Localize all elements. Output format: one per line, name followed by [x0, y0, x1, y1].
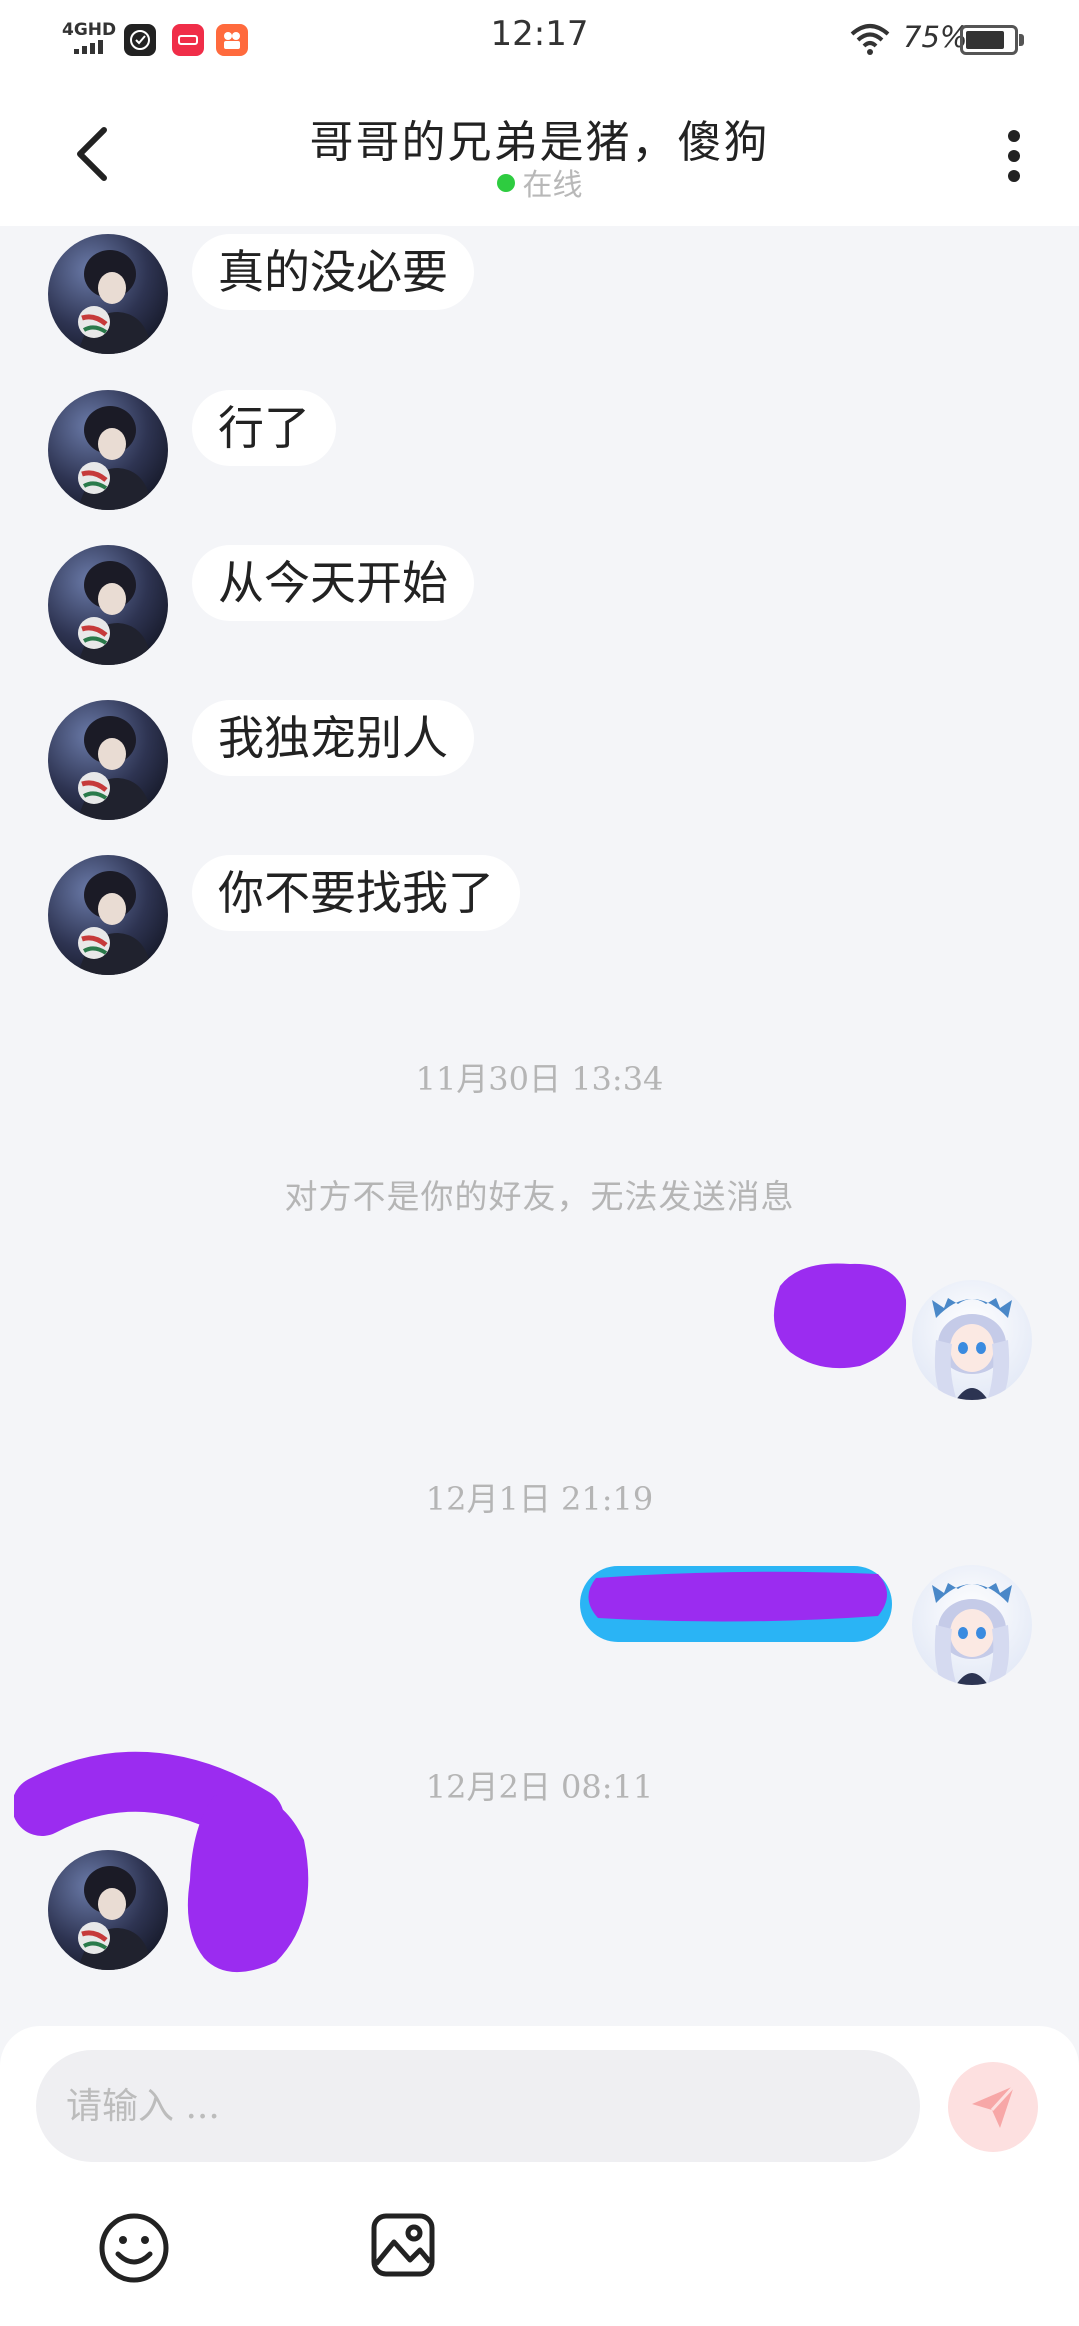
user-avatar[interactable]: [912, 1565, 1032, 1685]
battery-percent: 75%: [903, 20, 968, 54]
redacted-message-bubble: [773, 1263, 907, 1369]
send-button[interactable]: [948, 2062, 1038, 2152]
online-dot-icon: [496, 174, 515, 192]
emoji-icon[interactable]: [98, 2212, 170, 2284]
online-status-label: 在线: [522, 168, 583, 203]
status-bar: 4GHD 12:17 75%: [0, 0, 1079, 80]
message-bubble: 真的没必要: [192, 234, 474, 310]
battery-icon: [960, 25, 1018, 55]
user-avatar[interactable]: [912, 1280, 1032, 1400]
contact-avatar[interactable]: [48, 390, 168, 510]
send-icon: [972, 2084, 1016, 2128]
battery-nub: [1019, 34, 1024, 46]
more-options-icon[interactable]: [1000, 126, 1028, 186]
message-input[interactable]: [36, 2050, 920, 2162]
contact-avatar[interactable]: [48, 545, 168, 665]
system-message: 对方不是你的好友，无法发送消息: [284, 1177, 795, 1216]
message-bubble: 你不要找我了: [192, 855, 520, 931]
chat-header: 哥哥的兄弟是猪，傻狗 在线: [0, 80, 1079, 226]
redaction-scribble: [588, 1571, 887, 1622]
composer-panel: [0, 2026, 1079, 2326]
contact-avatar[interactable]: [48, 855, 168, 975]
message-bubble: 行了: [192, 390, 336, 466]
wifi-icon: [850, 24, 890, 55]
timestamp: 11月30日 13:34: [415, 1060, 664, 1098]
message-bubble: 我独宠别人: [192, 700, 474, 776]
timestamp: 12月1日 21:19: [425, 1480, 654, 1518]
online-status: 在线: [0, 160, 1079, 204]
contact-avatar[interactable]: [48, 234, 168, 354]
redaction-scribble: [14, 1751, 309, 1973]
contact-avatar[interactable]: [48, 700, 168, 820]
image-icon[interactable]: [370, 2212, 436, 2278]
message-bubble: 从今天开始: [192, 545, 474, 621]
